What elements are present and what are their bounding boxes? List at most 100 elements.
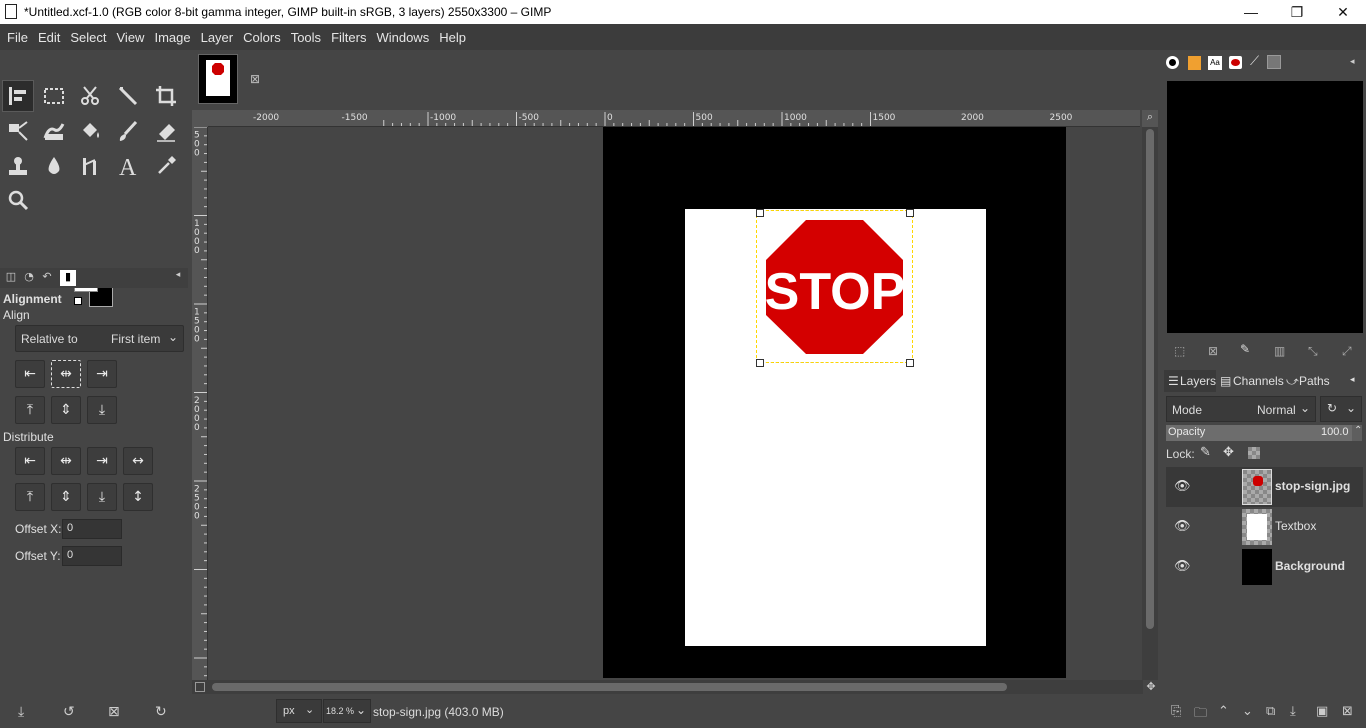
image-tab-thumbnail[interactable] xyxy=(198,54,238,104)
delete-image-icon[interactable]: ⊠ xyxy=(1208,344,1218,358)
distribute-horizontal-button[interactable]: ↔ xyxy=(123,447,153,475)
reload-image-icon[interactable]: ⤡ xyxy=(1308,344,1318,359)
align-top-edge-button[interactable]: ⤒ xyxy=(15,396,45,424)
restore-tool-preset-icon[interactable]: ↺ xyxy=(63,704,75,720)
menu-view[interactable]: View xyxy=(112,30,150,45)
menu-file[interactable]: File xyxy=(2,30,33,45)
horizontal-ruler[interactable]: -2000 -1500 -1000 -500 0 500 1000 1500 2000 2500 xyxy=(208,110,1140,127)
distribute-center-button[interactable]: ⇹ xyxy=(51,447,81,475)
ruler-corner[interactable] xyxy=(192,110,208,127)
unit-selector[interactable]: px ⌄ xyxy=(276,699,322,723)
horizontal-scroll-thumb[interactable] xyxy=(212,683,1007,691)
zoom-image-icon[interactable]: ⌕ xyxy=(1142,110,1158,127)
patterns-tab-icon[interactable] xyxy=(1188,56,1201,70)
configure-tab-icon[interactable]: ◂ xyxy=(170,270,186,286)
horizontal-scrollbar[interactable] xyxy=(208,680,1143,694)
raise-layer-icon[interactable]: ⌃ xyxy=(1218,704,1229,719)
fonts-tab-icon[interactable]: Aa xyxy=(1208,56,1222,70)
distribute-bottom-button[interactable]: ⤓ xyxy=(87,483,117,511)
tab-layers[interactable]: Layers xyxy=(1180,374,1216,388)
resize-handle[interactable] xyxy=(906,209,914,217)
layer-name[interactable]: Background xyxy=(1275,559,1345,573)
raise-view-icon[interactable]: ▥ xyxy=(1274,344,1285,358)
crop-tool-icon[interactable] xyxy=(150,80,182,112)
menu-windows[interactable]: Windows xyxy=(371,30,434,45)
align-tool-icon[interactable] xyxy=(2,80,34,112)
lock-alpha-icon[interactable] xyxy=(1248,447,1260,459)
menu-tools[interactable]: Tools xyxy=(286,30,326,45)
reset-tool-options-icon[interactable]: ↻ xyxy=(155,704,167,720)
lower-layer-icon[interactable]: ⌄ xyxy=(1242,704,1253,719)
close-button[interactable]: ✕ xyxy=(1320,0,1366,24)
eraser-tool-icon[interactable] xyxy=(150,115,182,147)
edit-image-icon[interactable]: ✎ xyxy=(1240,342,1250,356)
zoom-tool-icon[interactable] xyxy=(2,184,34,216)
lock-pixels-icon[interactable]: ✎ xyxy=(1200,445,1211,460)
align-center-button[interactable]: ⇹ xyxy=(51,360,81,388)
layer-row[interactable]: 👁 stop-sign.jpg xyxy=(1166,467,1363,507)
paintbrush-tool-icon[interactable] xyxy=(112,115,144,147)
distribute-right-button[interactable]: ⇥ xyxy=(87,447,117,475)
delete-layer-icon[interactable]: ⊠ xyxy=(1342,704,1353,719)
close-image-tab-icon[interactable]: ⊠ xyxy=(250,72,260,86)
zoom-selector[interactable]: 18.2 % ⌄ xyxy=(323,699,371,723)
menu-colors[interactable]: Colors xyxy=(238,30,286,45)
default-colors-icon[interactable] xyxy=(74,297,82,305)
clone-tool-icon[interactable] xyxy=(2,150,34,182)
menu-layer[interactable]: Layer xyxy=(196,30,239,45)
images-preview-panel[interactable] xyxy=(1167,81,1363,333)
visibility-eye-icon[interactable]: 👁 xyxy=(1174,559,1191,574)
new-view-icon[interactable]: ⬚ xyxy=(1174,344,1185,358)
composite-mode-button[interactable]: ↻ ⌄ xyxy=(1320,396,1362,422)
duplicate-layer-icon[interactable]: ⧉ xyxy=(1266,704,1275,719)
distribute-vertical-button[interactable]: ↕ xyxy=(123,483,153,511)
align-middle-button[interactable]: ⇕ xyxy=(51,396,81,424)
menu-select[interactable]: Select xyxy=(65,30,111,45)
layer-name[interactable]: Textbox xyxy=(1275,519,1316,533)
resize-handle[interactable] xyxy=(756,209,764,217)
resize-handle[interactable] xyxy=(756,359,764,367)
text-tool-icon[interactable]: A xyxy=(112,150,144,182)
layer-name[interactable]: stop-sign.jpg xyxy=(1275,479,1350,493)
fuzzy-select-tool-icon[interactable] xyxy=(112,80,144,112)
vertical-scrollbar[interactable] xyxy=(1142,127,1158,680)
configure-tab-icon[interactable]: ◂ xyxy=(1350,57,1355,67)
menu-help[interactable]: Help xyxy=(434,30,471,45)
warp-tool-icon[interactable] xyxy=(38,115,70,147)
visibility-eye-icon[interactable]: 👁 xyxy=(1174,519,1191,534)
align-right-edge-button[interactable]: ⇥ xyxy=(87,360,117,388)
menu-image[interactable]: Image xyxy=(149,30,195,45)
layer-row[interactable]: 👁 Textbox xyxy=(1166,507,1363,547)
layer-row[interactable]: 👁 Background xyxy=(1166,547,1363,587)
visibility-eye-icon[interactable]: 👁 xyxy=(1174,479,1191,494)
vertical-scroll-thumb[interactable] xyxy=(1146,129,1154,629)
tab-paths[interactable]: Paths xyxy=(1299,374,1330,388)
merge-layer-icon[interactable]: ⤓ xyxy=(1290,704,1296,719)
offset-x-field[interactable]: 0 xyxy=(62,519,122,539)
canvas-area[interactable]: STOP xyxy=(208,127,1140,680)
maximize-button[interactable]: ❐ xyxy=(1274,0,1320,24)
menu-filters[interactable]: Filters xyxy=(326,30,371,45)
quick-mask-toggle[interactable] xyxy=(192,680,208,694)
opacity-slider[interactable]: Opacity 100.0 ⌃ xyxy=(1166,425,1362,441)
minimize-button[interactable]: — xyxy=(1228,0,1274,24)
vertical-ruler[interactable]: 5001000150020002500 xyxy=(192,127,208,680)
distribute-top-button[interactable]: ⤒ xyxy=(15,483,45,511)
add-mask-icon[interactable]: ▣ xyxy=(1316,704,1328,719)
gradients-tab-icon[interactable] xyxy=(1267,55,1281,69)
scissors-tool-icon[interactable] xyxy=(74,80,106,112)
images-panel-tab-icon[interactable] xyxy=(1229,56,1242,69)
save-tool-preset-icon[interactable]: ⤓ xyxy=(18,704,24,720)
mode-dropdown[interactable]: Mode Normal ⌄ xyxy=(1166,396,1316,422)
navigate-icon[interactable]: ✥ xyxy=(1143,680,1159,694)
distribute-left-button[interactable]: ⇤ xyxy=(15,447,45,475)
align-left-edge-button[interactable]: ⇤ xyxy=(15,360,45,388)
device-status-tab-icon[interactable]: ◔ xyxy=(21,270,37,286)
tool-options-tab-icon[interactable]: ◫ xyxy=(3,270,19,286)
relative-to-dropdown[interactable]: Relative to First item ⌄ xyxy=(15,325,184,352)
close-view-icon[interactable]: ⤢ xyxy=(1342,344,1352,359)
color-picker-tool-icon[interactable] xyxy=(150,150,182,182)
align-bottom-edge-button[interactable]: ⤓ xyxy=(87,396,117,424)
tab-channels[interactable]: Channels xyxy=(1233,374,1284,388)
distribute-middle-button[interactable]: ⇕ xyxy=(51,483,81,511)
